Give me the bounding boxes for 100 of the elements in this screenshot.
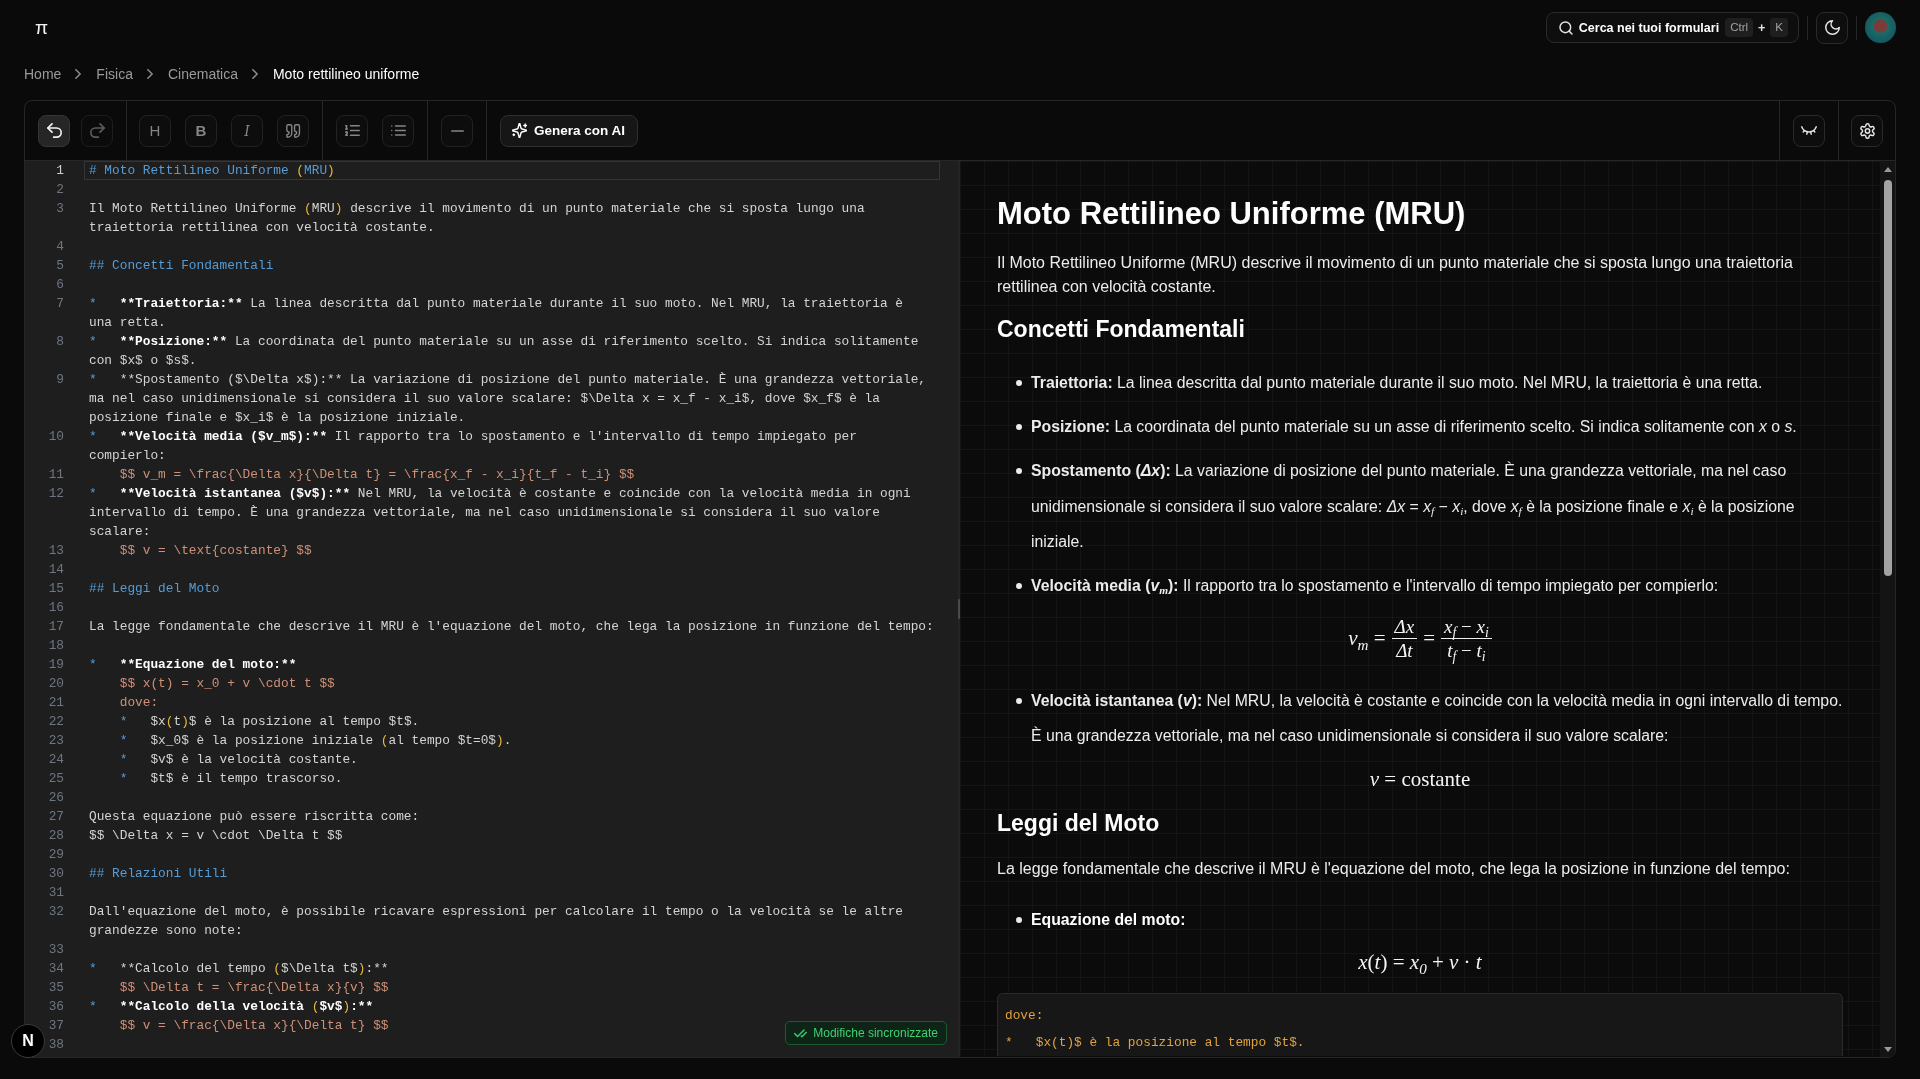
line-number: 22 (48, 713, 64, 731)
code-line: dove: (118, 694, 159, 712)
bold-button[interactable]: B (185, 114, 217, 147)
math-equation: x(t) = x$_{0}$ + v · t (1358, 949, 1482, 976)
eye-closed-icon (1801, 126, 1817, 135)
arrow-down-icon[interactable] (1883, 1047, 1892, 1052)
line-number: 38 (48, 1036, 64, 1054)
breadcrumb-link[interactable]: Home (24, 66, 62, 82)
quote-button[interactable] (277, 114, 309, 147)
search-button[interactable]: Cerca nei tuoi formulari Ctrl + K (1545, 12, 1799, 43)
numbered-list-icon (344, 124, 360, 137)
chevron-right-icon (146, 69, 153, 79)
user-avatar[interactable] (1865, 12, 1896, 43)
code-line: * **Calcolo del tempo ($\Delta t$):** (89, 960, 389, 978)
shortcut-key: Ctrl (1725, 18, 1753, 37)
line-number: 27 (48, 808, 64, 826)
breadcrumb-link[interactable]: Fisica (96, 66, 133, 82)
list-item: Traiettoria: La linea descritta dal punto materiale durante il suo moto. Nel MRU, la traiettoria è una retta. (1031, 373, 1763, 393)
numbered-list-button[interactable] (336, 114, 368, 147)
code-line: * $t$ è il tempo trascorso. (118, 770, 343, 788)
code-line: Questa equazione può essere riscritta come: (89, 808, 420, 826)
code-line: * **Velocità istantanea ($v$):** Nel MRU, la velocità è costante e coincide con la velocità media in ogni intervallo di tempo. È una grandezza vettoriale, ma nel caso unidimensionale si considera il suo valore scalare: (89, 485, 911, 541)
undo-button[interactable] (38, 114, 70, 147)
paragraph: Il Moto Rettilineo Uniforme (MRU) descrive il movimento di un punto materiale che si sposta lungo una traiettoria rettilinea con velocità costante. (997, 253, 1794, 297)
logo[interactable]: π (35, 16, 49, 39)
code-line: $$ x(t) = x_0 + v \cdot t $$ (118, 675, 335, 693)
shortcut-key: K (1770, 18, 1788, 37)
chevron-right-icon (251, 69, 258, 79)
line-number: 4 (56, 238, 64, 256)
code-line: $$ v = \text{costante} $$ (118, 542, 312, 560)
line-number: 12 (48, 485, 64, 503)
code-line: * **Equazione del moto:** (89, 656, 297, 674)
line-number: 19 (48, 656, 64, 674)
section-heading: Leggi del Moto (997, 808, 1161, 838)
line-number: 24 (48, 751, 64, 769)
line-number: 15 (48, 580, 64, 598)
code-line: $$ v = \frac{\Delta x}{\Delta t} $$ (118, 1017, 389, 1035)
theme-toggle-button[interactable] (1816, 11, 1848, 44)
scrollbar-thumb[interactable] (1883, 180, 1892, 576)
moon-icon (1824, 20, 1840, 35)
dev-tools-button[interactable]: N (11, 1024, 45, 1058)
line-number: 23 (48, 732, 64, 750)
bullet-icon (1016, 583, 1022, 589)
code-line: ## Relazioni Utili (89, 865, 228, 883)
line-number: 11 (48, 466, 64, 484)
code-line: $$ \Delta x = v \cdot \Delta t $$ (89, 827, 343, 845)
code-block-line: dove: (1005, 1007, 1044, 1025)
breadcrumb-link[interactable]: Cinematica (167, 66, 238, 82)
line-number: 26 (48, 789, 64, 807)
heading-button[interactable]: H (139, 114, 171, 147)
quote-icon (285, 123, 301, 138)
code-line: ## Concetti Fondamentali (89, 257, 274, 275)
scrollbar[interactable] (1880, 161, 1895, 1057)
italic-button[interactable]: I (231, 114, 263, 147)
list-item: Equazione del moto: (1031, 909, 1186, 930)
code-line: # Moto Rettilineo Uniforme (MRU) (89, 162, 335, 180)
chevron-right-icon (75, 69, 82, 79)
line-number: 20 (48, 675, 64, 693)
code-editor[interactable] (25, 161, 958, 1057)
line-number: 36 (48, 998, 64, 1016)
paragraph: La legge fondamentale che descrive il MRU è l'equazione del moto, che lega la posizione in funzione del tempo: (997, 858, 1791, 879)
code-line: ## Leggi del Moto (89, 580, 220, 598)
line-number: 9 (56, 371, 64, 389)
code-line: $$ v_m = \frac{\Delta x}{\Delta t} = \frac{x_f - x_i}{t_f - t_i} $$ (118, 466, 635, 484)
line-number: 32 (48, 903, 64, 921)
bullet-list-button[interactable] (382, 114, 414, 147)
hide-preview-button[interactable] (1793, 114, 1825, 147)
line-number: 35 (48, 979, 64, 997)
code-line: * $v$ è la velocità costante. (118, 751, 358, 769)
line-number: 18 (48, 637, 64, 655)
line-number: 30 (48, 865, 64, 883)
line-number: 34 (48, 960, 64, 978)
code-line: La legge fondamentale che descrive il MRU è l'equazione del moto, che lega la posizione in funzione del tempo: (89, 618, 934, 636)
double-check-icon (794, 1028, 808, 1038)
line-number: 13 (48, 542, 64, 560)
settings-button[interactable] (1851, 114, 1883, 147)
code-line: * **Posizione:** La coordinata del punto materiale su un asse di riferimento scelto. Si indica solitamente con $x$ o $s$. (89, 333, 919, 370)
undo-icon (46, 123, 62, 138)
horizontal-rule-button[interactable] (441, 114, 473, 147)
line-number: 1 (56, 162, 64, 180)
line-number: 8 (56, 333, 64, 351)
line-number: 29 (48, 846, 64, 864)
redo-icon (89, 123, 105, 138)
bullet-icon (1016, 697, 1022, 704)
line-number: 21 (48, 694, 64, 712)
code-line: * **Calcolo della velocità ($v$):** (89, 998, 374, 1016)
bullet-icon (1016, 424, 1022, 430)
arrow-up-icon[interactable] (1883, 167, 1892, 172)
sparkles-icon (512, 123, 527, 138)
line-number: 31 (48, 884, 64, 902)
code-block-line: * $x(t)$ è la posizione al tempo $t$. (1005, 1034, 1305, 1052)
line-number: 17 (48, 618, 64, 636)
line-number: 16 (48, 599, 64, 617)
code-line: Dall'equazione del moto, è possibile ricavare espressioni per calcolare il tempo o la velocità se le altre grandezze sono note: (89, 903, 903, 940)
list-item: Spostamento (Δx): La variazione di posizione del punto materiale. È una grandezza vettoriale, ma nel caso unidimensionale si considera il suo valore scalare: Δx = x$_{f}$ − x$_{i}$, dove x$_{f}$ è la posizione finale e x$_{i}$ è la posizione iniziale. (1031, 460, 1796, 552)
breadcrumb-current: Moto rettilineo uniforme (272, 66, 420, 82)
line-number: 5 (56, 257, 64, 275)
document-title: Moto Rettilineo Uniforme (MRU) (997, 196, 1467, 232)
minus-icon (450, 129, 464, 132)
generate-ai-button[interactable]: Genera con AI (500, 114, 639, 147)
